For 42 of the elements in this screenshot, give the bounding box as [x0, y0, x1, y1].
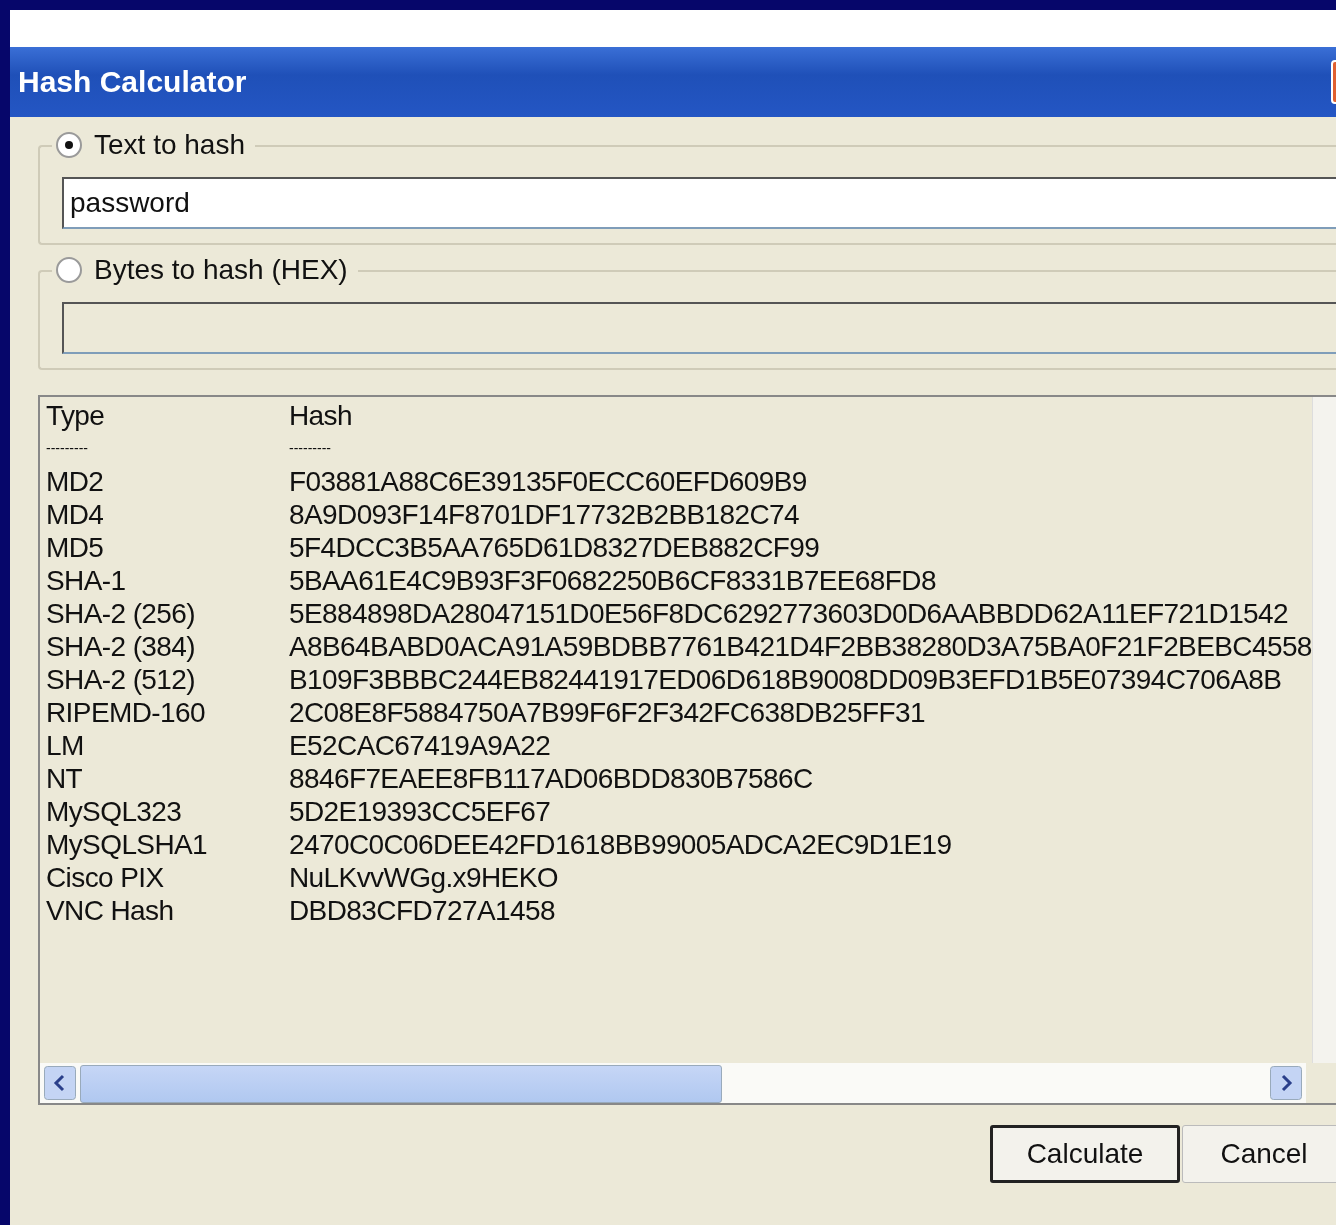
- hash-type: VNC Hash: [46, 894, 175, 927]
- hash-value: 5BAA61E4C9B93F3F0682250B6CF8331B7EE68FD8: [289, 564, 937, 597]
- hash-type: SHA-2 (256): [46, 597, 196, 630]
- header-separator: ---------: [46, 439, 89, 458]
- hash-value: 2C08E8F5884750A7B99F6F2F342FC638DB25FF31: [289, 696, 926, 729]
- hash-type: MD2: [46, 465, 105, 498]
- hash-type: MD4: [46, 498, 105, 531]
- radio-option[interactable]: Text to hash: [52, 129, 255, 161]
- hash-type: SHA-1: [46, 564, 127, 597]
- scroll-thumb[interactable]: [80, 1065, 722, 1103]
- scroll-right-button[interactable]: [1270, 1066, 1302, 1100]
- hash-type: MD5: [46, 531, 105, 564]
- hash-type: SHA-2 (512): [46, 663, 196, 696]
- hash-value: 5E884898DA28047151D0E56F8DC6292773603D0D6AABBDD62A11EF721D1542: [289, 597, 1290, 630]
- hash-type: Cisco PIX: [46, 861, 165, 894]
- column-header: Type: [46, 399, 106, 432]
- window-title: Hash Calculator: [18, 65, 248, 99]
- hash-type: MySQL323: [46, 795, 183, 828]
- hash-type: LM: [46, 729, 85, 762]
- hash-value: 8A9D093F14F8701DF17732B2BB182C74: [289, 498, 801, 531]
- hash-value: 5D2E19393CC5EF67: [289, 795, 552, 828]
- scroll-left-button[interactable]: [44, 1066, 76, 1100]
- hash-type: MySQLSHA1: [46, 828, 209, 861]
- dialog-button[interactable]: Calculate: [990, 1125, 1180, 1183]
- hash-value: F03881A88C6E39135F0ECC60EFD609B9: [289, 465, 808, 498]
- hash-value: 8846F7EAEE8FB117AD06BDD830B7586C: [289, 762, 814, 795]
- hash-value: B109F3BBBC244EB82441917ED06D618B9008DD09B3EFD1B5E07394C706A8B: [289, 663, 1283, 696]
- hash-value: A8B64BABD0ACA91A59BDBB7761B421D4F2BB38280D3A75BA0F21F2BEBC4558: [289, 630, 1312, 663]
- header-separator: ---------: [289, 439, 332, 458]
- hash-type: NT: [46, 762, 84, 795]
- hash-value: DBD83CFD727A1458: [289, 894, 556, 927]
- hash-value: 5F4DCC3B5AA765D61D8327DEB882CF99: [289, 531, 821, 564]
- hash-type: RIPEMD-160: [46, 696, 206, 729]
- radio-button[interactable]: [56, 132, 82, 158]
- hash-value: E52CAC67419A9A22: [289, 729, 552, 762]
- column-header: Hash: [289, 399, 353, 432]
- vertical-scrollbar[interactable]: [1312, 397, 1336, 1063]
- hash-type: SHA-2 (384): [46, 630, 196, 663]
- hash-value: NuLKvvWGg.x9HEKO: [289, 861, 559, 894]
- hash-value: 2470C0C06DEE42FD1618BB99005ADCA2EC9D1E19: [289, 828, 953, 861]
- input-field[interactable]: password: [62, 177, 1336, 229]
- dialog-button[interactable]: Cancel: [1182, 1125, 1336, 1183]
